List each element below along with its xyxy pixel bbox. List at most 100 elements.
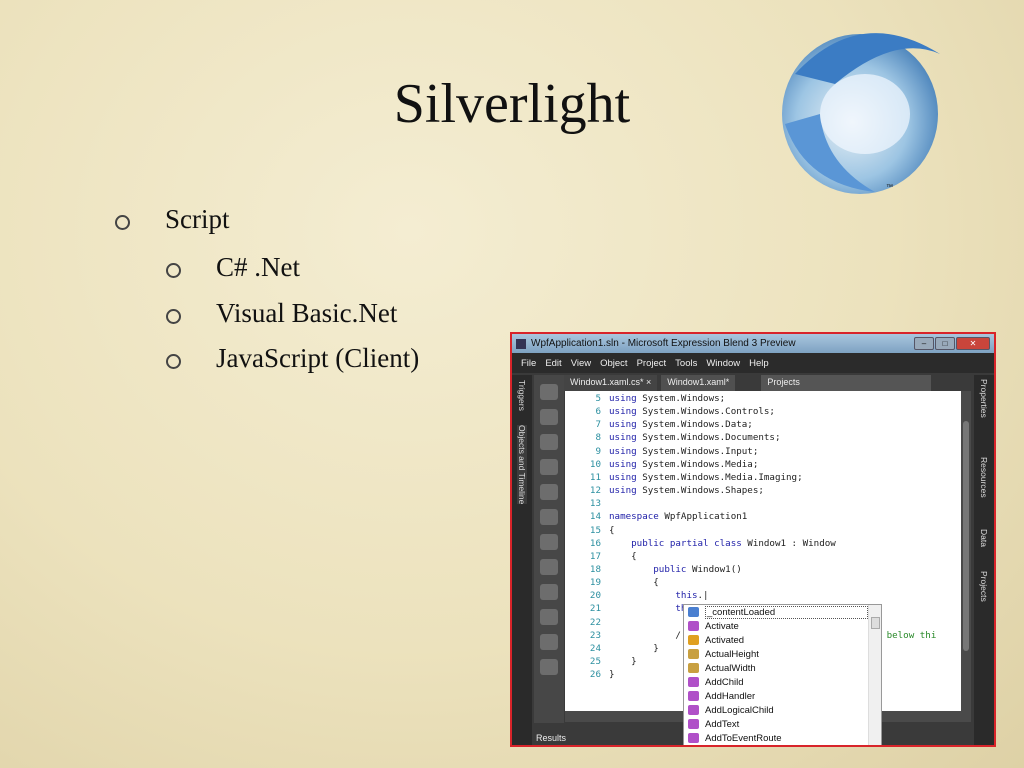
expression-blend-screenshot: WpfApplication1.sln - Microsoft Expressi… (510, 332, 996, 747)
method-icon (688, 719, 699, 729)
autocomplete-item[interactable]: AddText (684, 717, 881, 731)
autocomplete-item[interactable]: AddToEventRoute (684, 731, 881, 745)
code-line: public partial class Window1 : Window (609, 538, 836, 549)
tab-window1-xaml-cs[interactable]: Window1.xaml.cs* × (564, 375, 658, 391)
code-keyword: using (609, 445, 637, 457)
camera-orbit-tool-icon[interactable] (540, 484, 558, 500)
bullet-item: Visual Basic.Net (216, 298, 398, 328)
tab-projects[interactable]: Projects (761, 375, 932, 391)
code-text: .| (697, 590, 709, 602)
code-line: using System.Windows.Shapes; (609, 485, 764, 496)
code-keyword: using (609, 432, 637, 444)
bullet-item: JavaScript (Client) (216, 343, 420, 373)
menu-item[interactable]: Help (749, 358, 769, 369)
menu-item[interactable]: Project (637, 358, 667, 369)
menu-item[interactable]: Tools (675, 358, 697, 369)
ellipse-tool-icon[interactable] (540, 609, 558, 625)
vertical-scrollbar[interactable] (961, 391, 971, 711)
code-text: Window1 : Window (741, 537, 836, 549)
autocomplete-item[interactable]: AddLogicalChild (684, 703, 881, 717)
text-tool-icon[interactable] (540, 659, 558, 675)
code-text: Window1() (686, 563, 742, 575)
autocomplete-label: AddText (705, 718, 740, 730)
maximize-button[interactable]: □ (935, 337, 955, 350)
autocomplete-item[interactable]: ActualHeight (684, 647, 881, 661)
app-icon (516, 338, 526, 349)
code-line: { (609, 577, 659, 588)
menu-item[interactable]: Object (600, 358, 627, 369)
autocomplete-item[interactable]: _contentLoaded (684, 605, 881, 619)
method-icon (688, 733, 699, 743)
code-line: using System.Windows.Media.Imaging; (609, 472, 803, 483)
line-number: 21 (589, 603, 601, 615)
eyedropper-tool-icon[interactable] (540, 584, 558, 600)
code-text: { (609, 524, 615, 536)
line-number: 26 (589, 669, 601, 681)
code-text: System.Windows.Media.Imaging; (636, 471, 803, 483)
code-keyword: namespace (609, 511, 659, 523)
triggers-tab[interactable]: Triggers (517, 380, 527, 411)
panel-tab-data[interactable]: Data (979, 529, 989, 547)
grid-tool-icon[interactable] (540, 634, 558, 650)
autocomplete-list[interactable]: _contentLoaded Activate Activated ActualHei… (683, 604, 882, 745)
line-number: 15 (589, 524, 601, 536)
document-tabs: Window1.xaml.cs* × Window1.xaml* Project… (564, 375, 969, 391)
autocomplete-item[interactable]: AddHandler (684, 689, 881, 703)
code-line: th (609, 603, 686, 614)
code-text: System.Windows.Input; (636, 445, 759, 457)
panel-tab-projects[interactable]: Projects (979, 571, 989, 602)
menu-item[interactable]: File (521, 358, 536, 369)
line-number: 5 (595, 393, 601, 404)
close-button[interactable]: ✕ (956, 337, 990, 350)
autocomplete-scrollbar[interactable] (868, 605, 881, 745)
code-line: using System.Windows.Documents; (609, 432, 781, 443)
code-text: } (609, 656, 637, 667)
code-keyword: using (609, 458, 637, 470)
minimize-button[interactable]: – (914, 337, 934, 350)
selection-tool-icon[interactable] (540, 384, 558, 400)
menu-item[interactable]: View (571, 358, 591, 369)
pen-tool-icon[interactable] (540, 509, 558, 525)
line-number: 19 (589, 577, 601, 589)
method-icon (688, 677, 699, 687)
autocomplete-item[interactable]: Activate (684, 619, 881, 633)
bullet-item: C# .Net (216, 252, 300, 282)
tab-window1-xaml[interactable]: Window1.xaml* (661, 375, 736, 391)
menu-item[interactable]: Edit (545, 358, 561, 369)
code-text: { (609, 577, 659, 589)
line-number: 7 (595, 419, 601, 431)
code-text: System.Windows.Shapes; (636, 485, 764, 497)
brush-tool-icon[interactable] (540, 559, 558, 575)
code-line: } (609, 656, 637, 667)
panel-tab-resources[interactable]: Resources (979, 457, 989, 498)
zoom-tool-icon[interactable] (540, 459, 558, 475)
menu-bar: File Edit View Object Project Tools Window Help (512, 353, 994, 373)
code-keyword: public (609, 563, 687, 575)
autocomplete-item[interactable]: ActualWidth (684, 661, 881, 675)
line-number: 22 (589, 616, 601, 628)
code-keyword: using (609, 471, 637, 483)
autocomplete-label: ActualWidth (705, 662, 756, 674)
window-title: WpfApplication1.sln - Microsoft Expressi… (531, 338, 796, 349)
autocomplete-item[interactable]: Activated (684, 633, 881, 647)
code-line: { (609, 551, 637, 562)
objects-timeline-tab[interactable]: Objects and Timeline (517, 425, 527, 505)
line-number: 6 (595, 406, 601, 418)
pan-tool-icon[interactable] (540, 434, 558, 450)
code-line: using System.Windows.Data; (609, 419, 753, 430)
code-line: using System.Windows.Media; (609, 459, 758, 470)
paint-bucket-tool-icon[interactable] (540, 534, 558, 550)
panel-tab-properties[interactable]: Properties (979, 379, 989, 418)
bullet-icon (166, 309, 181, 324)
menu-item[interactable]: Window (706, 358, 740, 369)
toolbox (534, 375, 564, 723)
code-text: } (609, 642, 659, 654)
direct-select-tool-icon[interactable] (540, 409, 558, 425)
autocomplete-label: Activate (705, 620, 739, 632)
line-number: 20 (589, 590, 601, 602)
results-tab[interactable]: Results (536, 733, 566, 743)
property-icon (688, 663, 699, 673)
code-keyword: using (609, 406, 637, 418)
title-bar: WpfApplication1.sln - Microsoft Expressi… (512, 334, 994, 353)
autocomplete-item[interactable]: AddChild (684, 675, 881, 689)
